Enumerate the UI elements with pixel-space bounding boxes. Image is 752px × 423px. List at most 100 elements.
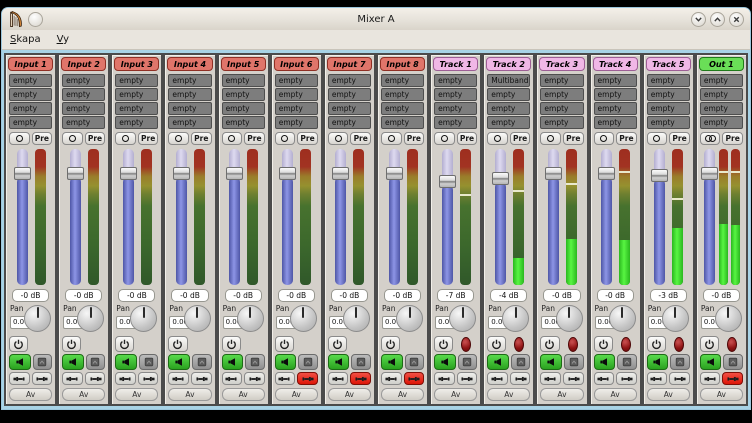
pre-fader-button[interactable]: Pre [191,132,212,145]
plugin-slot[interactable]: empty [328,88,371,101]
monitor-button[interactable] [511,354,531,370]
plugin-slot[interactable]: empty [381,74,424,87]
speaker-button[interactable] [9,354,31,370]
input-plug-button[interactable] [647,372,668,385]
plugin-slot[interactable]: empty [381,88,424,101]
off-button[interactable]: Av [434,388,477,401]
titlebar[interactable]: Mixer A [2,8,750,30]
power-button[interactable] [540,336,559,352]
plugin-slot[interactable]: empty [328,116,371,129]
plugin-slot[interactable]: empty [222,74,265,87]
power-button[interactable] [9,336,28,352]
plugin-slot[interactable]: empty [328,74,371,87]
pan-knob[interactable] [609,305,636,332]
fader-handle[interactable] [120,167,137,180]
output-plug-button[interactable] [191,372,212,385]
off-button[interactable]: Av [700,388,743,401]
pre-fader-button[interactable]: Pre [457,132,478,145]
speaker-button[interactable] [700,354,722,370]
plugin-slot[interactable]: empty [647,102,690,115]
input-plug-button[interactable] [222,372,243,385]
speaker-button[interactable] [328,354,350,370]
plugin-slot[interactable]: empty [594,116,637,129]
mono-stereo-button[interactable] [487,132,508,145]
plugin-slot[interactable]: empty [540,88,583,101]
pan-knob[interactable] [77,305,104,332]
pre-fader-button[interactable]: Pre [404,132,425,145]
off-button[interactable]: Av [275,388,318,401]
monitor-button[interactable] [670,354,690,370]
pan-knob[interactable] [237,305,264,332]
pan-knob[interactable] [715,305,742,332]
off-button[interactable]: Av [222,388,265,401]
off-button[interactable]: Av [168,388,211,401]
input-plug-button[interactable] [540,372,561,385]
close-button[interactable] [729,12,744,27]
plugin-slot[interactable]: empty [115,102,158,115]
mono-stereo-button[interactable] [275,132,296,145]
plugin-slot[interactable]: empty [540,116,583,129]
plugin-slot[interactable]: Multiband... [487,74,530,87]
output-plug-button[interactable] [404,372,425,385]
mono-stereo-button[interactable] [115,132,136,145]
mono-stereo-button[interactable] [222,132,243,145]
power-button[interactable] [381,336,400,352]
power-button[interactable] [700,336,719,352]
pre-fader-button[interactable]: Pre [297,132,318,145]
off-button[interactable]: Av [487,388,530,401]
record-button[interactable] [455,336,477,352]
fader-handle[interactable] [279,167,296,180]
speaker-button[interactable] [434,354,456,370]
plugin-slot[interactable]: empty [62,88,105,101]
mono-stereo-button[interactable] [540,132,561,145]
volume-fader[interactable] [16,149,29,285]
plugin-slot[interactable]: empty [9,116,52,129]
speaker-button[interactable] [487,354,509,370]
plugin-slot[interactable]: empty [9,74,52,87]
fader-handle[interactable] [226,167,243,180]
plugin-slot[interactable]: empty [434,74,477,87]
record-button[interactable] [615,336,637,352]
pre-fader-button[interactable]: Pre [350,132,371,145]
pre-fader-button[interactable]: Pre [616,132,637,145]
volume-fader[interactable] [281,149,294,285]
off-button[interactable]: Av [62,388,105,401]
fader-handle[interactable] [598,167,615,180]
plugin-slot[interactable]: empty [115,74,158,87]
maximize-button[interactable] [710,12,725,27]
plugin-slot[interactable]: empty [434,88,477,101]
plugin-slot[interactable]: empty [62,74,105,87]
monitor-button[interactable] [351,354,371,370]
pre-fader-button[interactable]: Pre [138,132,159,145]
plugin-slot[interactable]: empty [647,116,690,129]
input-plug-button[interactable] [168,372,189,385]
plugin-slot[interactable]: empty [168,74,211,87]
fader-handle[interactable] [545,167,562,180]
mono-stereo-button[interactable] [328,132,349,145]
plugin-slot[interactable]: empty [168,116,211,129]
speaker-button[interactable] [381,354,403,370]
plugin-slot[interactable]: empty [62,116,105,129]
fader-handle[interactable] [701,167,718,180]
output-plug-button[interactable] [297,372,318,385]
plugin-slot[interactable]: empty [487,102,530,115]
mono-stereo-button[interactable] [9,132,30,145]
fader-handle[interactable] [439,175,456,188]
output-plug-button[interactable] [722,372,743,385]
plugin-slot[interactable]: empty [487,116,530,129]
monitor-button[interactable] [192,354,212,370]
mono-stereo-button[interactable] [594,132,615,145]
record-button[interactable] [668,336,690,352]
power-button[interactable] [647,336,666,352]
menu-item-skapa[interactable]: Skapa [10,34,41,45]
monitor-button[interactable] [298,354,318,370]
titlebar-menu-button[interactable] [28,12,43,27]
pan-knob[interactable] [290,305,317,332]
fader-handle[interactable] [386,167,403,180]
power-button[interactable] [62,336,81,352]
plugin-slot[interactable]: empty [540,74,583,87]
speaker-button[interactable] [62,354,84,370]
fader-handle[interactable] [332,167,349,180]
off-button[interactable]: Av [594,388,637,401]
monitor-button[interactable] [564,354,584,370]
